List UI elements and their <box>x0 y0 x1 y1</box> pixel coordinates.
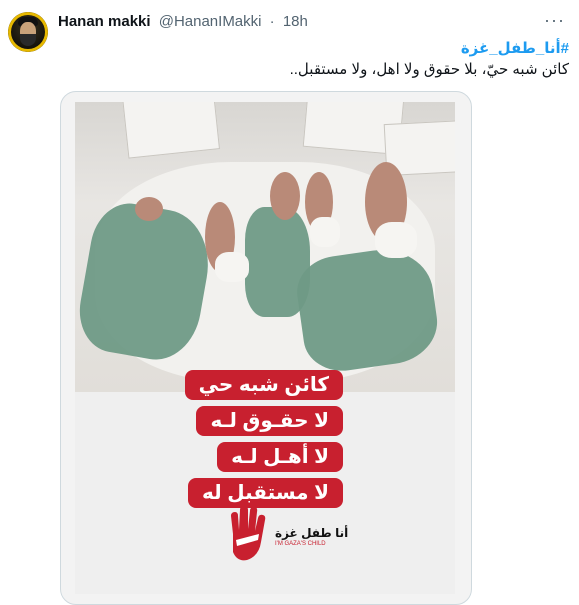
author-name[interactable]: Hanan makki <box>58 13 151 30</box>
tweet-header: Hanan makki @HananIMakki · 18h <box>58 12 308 32</box>
photo-diaper <box>375 222 417 258</box>
photo-baby <box>270 172 300 220</box>
tweet-text: #أنا_طفل_غزة كائن شبه حيّ، بلا حقوق ولا … <box>64 38 569 80</box>
separator-dot: · <box>269 13 275 30</box>
logo-subtitle: I'M GAZA'S CHILD <box>275 541 326 547</box>
logo-title: أنا طفل غزة <box>275 526 349 540</box>
author-handle[interactable]: @HananIMakki <box>159 13 262 30</box>
caption-line: لا حقـوق لـه <box>196 406 343 436</box>
raised-hand-icon <box>231 506 266 561</box>
media-card[interactable]: كائن شبه حي لا حقـوق لـه لا أهـل لـه لا … <box>60 91 472 605</box>
photo-baby <box>135 197 163 221</box>
more-horizontal-icon[interactable]: ··· <box>544 10 565 31</box>
caption-line: لا أهـل لـه <box>217 442 343 472</box>
tweet[interactable]: Hanan makki @HananIMakki · 18h ··· #أنا_… <box>0 0 579 605</box>
poster-image: كائن شبه حي لا حقـوق لـه لا أهـل لـه لا … <box>75 102 455 594</box>
photo <box>75 102 455 392</box>
avatar-ring <box>8 12 48 52</box>
avatar[interactable] <box>8 12 48 52</box>
photo-box <box>122 102 220 159</box>
logo-text: أنا طفل غزة I'M GAZA'S CHILD <box>275 527 348 548</box>
timestamp[interactable]: 18h <box>283 13 308 30</box>
photo-diaper <box>215 252 249 282</box>
tweet-body: كائن شبه حيّ، بلا حقوق ولا اهل، ولا مستق… <box>289 61 569 78</box>
photo-diaper <box>310 217 340 247</box>
hashtag-link[interactable]: #أنا_طفل_غزة <box>64 38 569 59</box>
caption-line: كائن شبه حي <box>184 370 343 400</box>
